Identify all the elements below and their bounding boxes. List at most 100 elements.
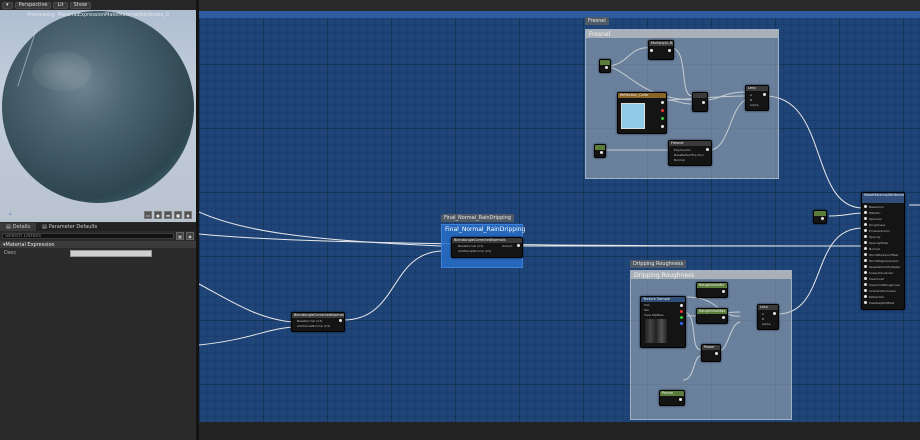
- output-pin-g[interactable]: [680, 316, 683, 319]
- viewport-menu-button[interactable]: ▾: [2, 1, 13, 9]
- input-pin[interactable]: [864, 211, 867, 214]
- output-pin-r[interactable]: [661, 109, 664, 112]
- eye-icon[interactable]: ◉: [186, 232, 194, 240]
- input-pin[interactable]: [864, 289, 867, 292]
- grid-view-icon[interactable]: ▦: [176, 232, 184, 240]
- cylinder-icon[interactable]: ▭: [144, 211, 152, 219]
- lerp-node-bottom[interactable]: Lerp A B Alpha: [757, 304, 779, 330]
- blend-normals-node[interactable]: BlendAngleCorrectedNormals BaseNormal (V…: [451, 237, 523, 258]
- attribute-pin-row[interactable]: TessellationMultiplier: [864, 264, 900, 269]
- input-pin[interactable]: [864, 283, 867, 286]
- output-pin[interactable]: [668, 49, 671, 52]
- category-header[interactable]: ▾ Material Expression: [0, 241, 196, 248]
- output-pin-r[interactable]: [680, 310, 683, 313]
- scalar-param-node[interactable]: Param: [659, 390, 685, 406]
- vector-param-node[interactable]: Reflection_Color: [617, 92, 667, 134]
- output-pin[interactable]: [605, 66, 608, 69]
- output-pin[interactable]: [661, 101, 664, 104]
- input-pin[interactable]: [864, 253, 867, 256]
- viewport-caption: Previewing: MaterialExpressionMakeMateri…: [27, 12, 169, 18]
- output-pin[interactable]: [722, 316, 725, 319]
- input-pin[interactable]: [864, 223, 867, 226]
- input-pin[interactable]: [864, 217, 867, 220]
- attribute-pin-row[interactable]: OpacityMask: [864, 240, 888, 245]
- attribute-pin-row[interactable]: BaseColor: [864, 204, 884, 209]
- input-pin[interactable]: [864, 205, 867, 208]
- node-header: Power: [702, 345, 720, 350]
- constant-node-3[interactable]: [813, 210, 827, 224]
- pin-label: Specular: [869, 216, 883, 221]
- tab-parameter-defaults[interactable]: ▤ Parameter Defaults: [36, 223, 103, 231]
- input-pin[interactable]: [864, 277, 867, 280]
- multiply-node-mid[interactable]: [692, 92, 708, 112]
- attribute-pin-row[interactable]: EmissiveColor: [864, 228, 890, 233]
- pin-label: A: [750, 93, 753, 97]
- roughness-min-node[interactable]: RoughnessMin: [696, 282, 728, 298]
- attribute-pin-row[interactable]: PixelDepthOffset: [864, 300, 894, 305]
- plane-icon[interactable]: ▬: [164, 211, 172, 219]
- output-pin[interactable]: [517, 244, 520, 247]
- input-pin[interactable]: [864, 229, 867, 232]
- fresnel-node[interactable]: Fresnel ExponentIn BaseReflectFraction N…: [668, 140, 712, 166]
- attribute-pin-row[interactable]: Opacity: [864, 234, 881, 239]
- roughness-max-node[interactable]: RoughnessMax: [696, 308, 728, 324]
- output-pin[interactable]: [702, 101, 705, 104]
- blend-normals-node-2[interactable]: BlendAngleCorrectedNormals BaseNormal (V…: [291, 312, 345, 332]
- wire-layer: [199, 47, 920, 381]
- input-pin[interactable]: [864, 241, 867, 244]
- output-pin[interactable]: [773, 312, 776, 315]
- input-pin[interactable]: [864, 265, 867, 268]
- output-pin-b[interactable]: [680, 322, 683, 325]
- output-pin[interactable]: [763, 93, 766, 96]
- input-pin[interactable]: [864, 235, 867, 238]
- output-pin[interactable]: [715, 352, 718, 355]
- output-pin[interactable]: [339, 319, 342, 322]
- sphere-icon[interactable]: ●: [154, 211, 162, 219]
- material-graph-canvas[interactable]: Fresnel Fresnel Final_Normal_RainDrippin…: [199, 0, 920, 440]
- teapot-icon[interactable]: ◆: [184, 211, 192, 219]
- output-pin[interactable]: [679, 398, 682, 401]
- wire: [828, 212, 864, 217]
- preview-sphere: [2, 11, 194, 203]
- cube-icon[interactable]: ■: [174, 211, 182, 219]
- show-button[interactable]: Show: [69, 1, 92, 9]
- attribute-pin-row[interactable]: Normal: [864, 246, 880, 251]
- output-pin[interactable]: [722, 290, 725, 293]
- attribute-pin-row[interactable]: Metallic: [864, 210, 881, 215]
- output-pin[interactable]: [680, 304, 683, 307]
- multiply-node-top[interactable]: Multiply(A,B): [648, 40, 674, 60]
- pin-label: OpacityMask: [869, 240, 889, 245]
- attribute-pin-row[interactable]: AmbientOcclusion: [864, 288, 896, 293]
- attribute-pin-row[interactable]: Specular: [864, 216, 882, 221]
- tab-details[interactable]: ▤ Details: [0, 223, 37, 231]
- perspective-button[interactable]: Perspective: [14, 1, 52, 9]
- input-pin[interactable]: [864, 301, 867, 304]
- lit-button[interactable]: Lit: [53, 1, 68, 9]
- attribute-pin-row[interactable]: WorldPositionOffset: [864, 252, 898, 257]
- input-pin[interactable]: [864, 271, 867, 274]
- lerp-node-top[interactable]: Lerp A B Alpha: [745, 85, 769, 111]
- constant-node-2[interactable]: [594, 144, 606, 158]
- input-pin[interactable]: [650, 49, 653, 52]
- preview-viewport[interactable]: Previewing: MaterialExpressionMakeMateri…: [0, 10, 196, 222]
- power-node[interactable]: Power: [701, 344, 721, 362]
- attribute-pin-row[interactable]: ClearCoatRoughness: [864, 282, 900, 287]
- input-pin[interactable]: [864, 259, 867, 262]
- input-pin[interactable]: [864, 247, 867, 250]
- output-pin[interactable]: [706, 148, 709, 151]
- output-pin[interactable]: [821, 217, 824, 220]
- make-material-attributes-node[interactable]: MakeMaterialAttributes BaseColor Metallic…: [861, 192, 905, 310]
- attribute-pin-row[interactable]: ClearCoat: [864, 276, 884, 281]
- input-pin[interactable]: [864, 295, 867, 298]
- attribute-pin-row[interactable]: WorldDisplacement: [864, 258, 898, 263]
- output-pin-a[interactable]: [661, 125, 664, 128]
- output-pin[interactable]: [600, 151, 603, 154]
- details-search-input[interactable]: [2, 233, 174, 239]
- output-pin-g[interactable]: [661, 117, 664, 120]
- desc-input[interactable]: [70, 249, 152, 257]
- attribute-pin-row[interactable]: Refraction: [864, 294, 884, 299]
- attribute-pin-row[interactable]: SubsurfaceColor: [864, 270, 894, 275]
- attribute-pin-row[interactable]: Roughness: [864, 222, 885, 227]
- constant-node[interactable]: [599, 59, 611, 73]
- texture-sample-node[interactable]: Texture Sample UVs Tex View MipBias: [640, 296, 686, 348]
